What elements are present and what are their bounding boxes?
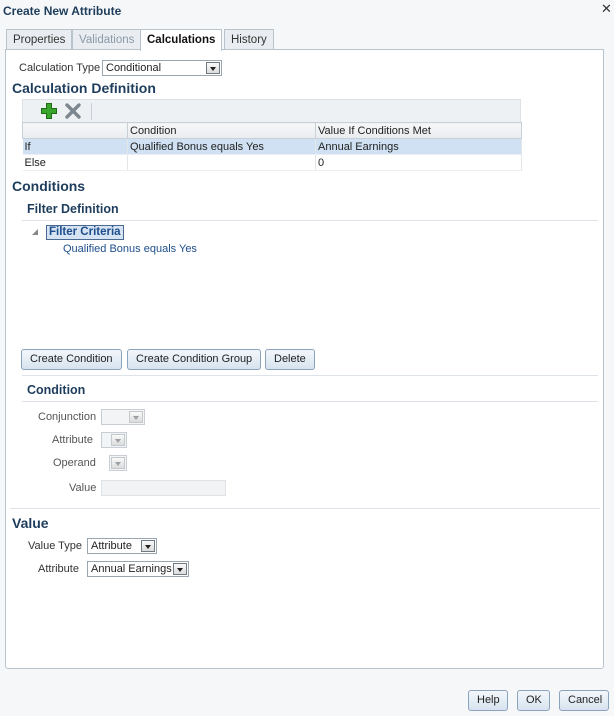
value-type-select[interactable]: Attribute — [87, 538, 157, 554]
chevron-down-icon — [111, 457, 125, 469]
condition-heading: Condition — [27, 383, 86, 397]
chevron-down-icon — [129, 411, 143, 423]
value-type-label: Value Type — [28, 540, 83, 552]
filter-definition-heading: Filter Definition — [27, 202, 119, 216]
operand-label: Operand — [53, 457, 96, 469]
column-header-condition[interactable]: Condition — [127, 122, 316, 139]
value-attribute-value: Annual Earnings — [91, 563, 172, 575]
column-header — [22, 122, 128, 139]
calc-def-toolbar — [22, 99, 521, 123]
calc-type-select[interactable]: Conditional — [102, 60, 222, 76]
value-attribute-select[interactable]: Annual Earnings — [87, 561, 189, 577]
value-heading: Value — [12, 515, 49, 531]
dialog-title: Create New Attribute — [3, 4, 122, 18]
condition-attribute-select — [101, 432, 127, 448]
conjunction-label: Conjunction — [38, 411, 97, 423]
help-button[interactable]: Help — [468, 690, 508, 711]
calc-type-label: Calculation Type — [19, 62, 101, 74]
value-type-value: Attribute — [91, 540, 132, 552]
row-condition: Qualified Bonus equals Yes — [127, 138, 316, 155]
table-header-row: Condition Value If Conditions Met — [22, 122, 522, 139]
row-condition — [127, 154, 316, 171]
chevron-down-icon[interactable] — [173, 563, 187, 575]
row-value: Annual Earnings — [315, 138, 522, 155]
create-condition-button[interactable]: Create Condition — [21, 349, 122, 370]
tree-node-condition[interactable]: Qualified Bonus equals Yes — [63, 243, 197, 255]
toolbar-divider — [91, 103, 92, 120]
tab-history[interactable]: History — [224, 29, 274, 50]
tab-validations: Validations — [72, 29, 142, 50]
table-row[interactable]: Else 0 — [22, 154, 522, 171]
divider — [22, 220, 598, 221]
divider — [22, 375, 598, 376]
chevron-down-icon[interactable] — [141, 540, 155, 552]
tab-properties[interactable]: Properties — [6, 29, 73, 50]
add-icon[interactable] — [40, 102, 58, 120]
chevron-down-icon — [111, 434, 125, 446]
cancel-button[interactable]: Cancel — [559, 690, 609, 711]
ok-button[interactable]: OK — [517, 690, 550, 711]
condition-value-field — [101, 480, 226, 496]
tab-calculations[interactable]: Calculations — [140, 29, 223, 51]
row-value: 0 — [315, 154, 522, 171]
attribute-label: Attribute — [52, 434, 93, 446]
collapse-triangle-icon[interactable] — [32, 229, 38, 235]
row-type: Else — [22, 154, 128, 171]
conjunction-select — [101, 409, 145, 425]
delete-icon[interactable] — [64, 102, 82, 120]
column-header-value[interactable]: Value If Conditions Met — [315, 122, 522, 139]
divider — [22, 401, 598, 402]
tree-node-filter-criteria[interactable]: Filter Criteria — [46, 225, 124, 240]
calc-def-heading: Calculation Definition — [12, 80, 156, 96]
operand-select — [109, 455, 127, 471]
delete-button[interactable]: Delete — [265, 349, 315, 370]
conditions-heading: Conditions — [12, 178, 86, 194]
create-condition-group-button[interactable]: Create Condition Group — [127, 349, 262, 370]
calc-def-table: Condition Value If Conditions Met If Qua… — [22, 122, 522, 171]
value-label: Value — [69, 482, 97, 494]
chevron-down-icon[interactable] — [206, 62, 220, 74]
table-row[interactable]: If Qualified Bonus equals Yes Annual Ear… — [22, 138, 522, 155]
close-icon[interactable]: ✕ — [601, 1, 612, 17]
row-type: If — [22, 138, 128, 155]
calc-type-value: Conditional — [106, 62, 162, 74]
divider — [10, 508, 600, 509]
value-attribute-label: Attribute — [38, 563, 79, 575]
